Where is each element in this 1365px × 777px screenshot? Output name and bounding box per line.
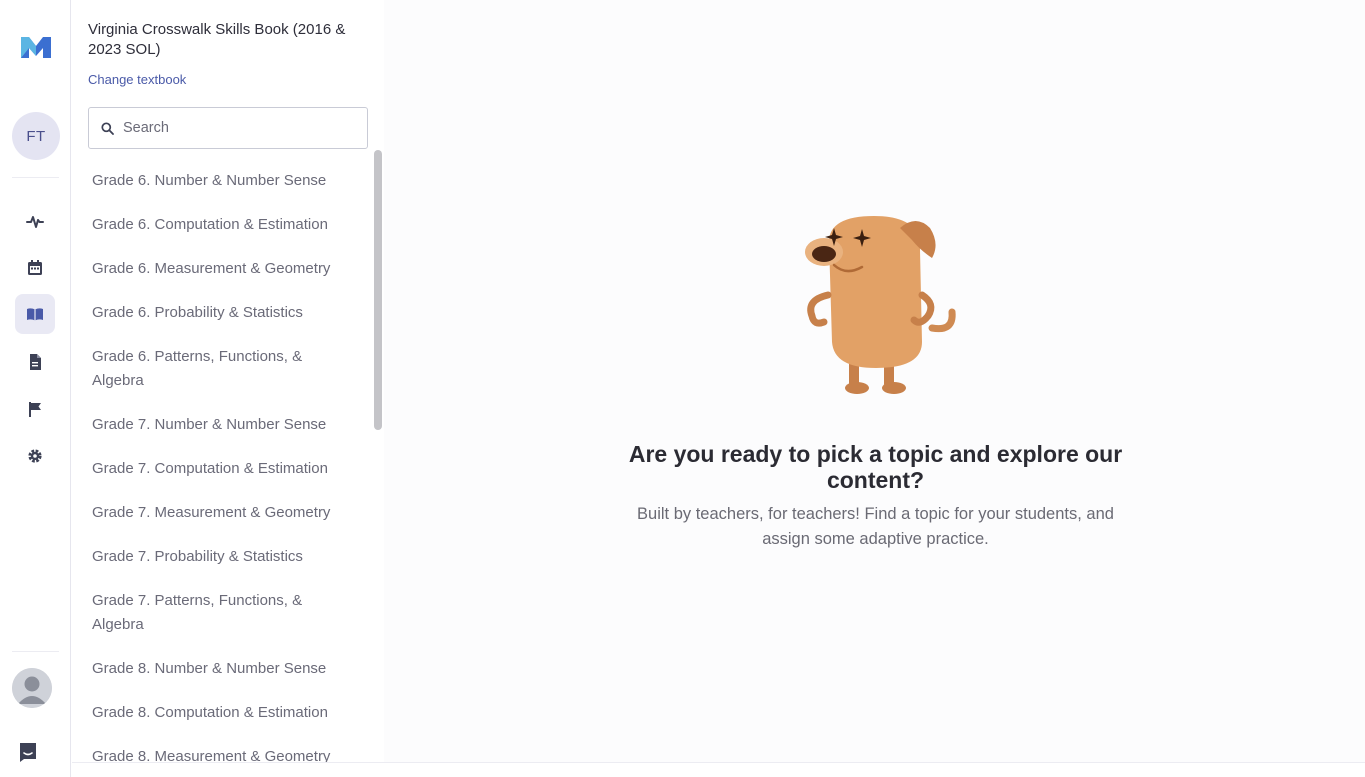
topic-item[interactable]: Grade 7. Computation & Estimation [72, 457, 372, 481]
change-textbook-link[interactable]: Change textbook [88, 72, 186, 87]
dog-mascot-illustration [805, 216, 956, 394]
user-avatar-icon [12, 668, 52, 708]
topic-search-box[interactable] [88, 107, 368, 149]
topic-item[interactable]: Grade 7. Number & Number Sense [72, 413, 372, 437]
topic-item[interactable]: Grade 6. Probability & Statistics [72, 301, 372, 325]
topic-list: Grade 6. Number & Number Sense Grade 6. … [72, 158, 372, 762]
user-initials-avatar[interactable]: FT [12, 112, 60, 160]
activity-icon [26, 216, 44, 228]
bottom-border [72, 762, 1365, 777]
icon-rail: FT [0, 0, 71, 777]
topic-item[interactable]: Grade 6. Number & Number Sense [72, 169, 372, 193]
document-icon [30, 354, 41, 370]
topic-item[interactable]: Grade 6. Measurement & Geometry [72, 257, 372, 281]
gear-icon [28, 449, 42, 463]
chat-icon[interactable] [16, 740, 40, 764]
rail-divider [12, 177, 59, 178]
topic-item[interactable]: Grade 7. Patterns, Functions, & Algebra [72, 589, 372, 637]
calendar-icon [28, 260, 42, 275]
empty-state-subtext: Built by teachers, for teachers! Find a … [637, 505, 1114, 548]
topic-item[interactable]: Grade 8. Number & Number Sense [72, 657, 372, 681]
topic-item[interactable]: Grade 7. Probability & Statistics [72, 545, 372, 569]
topic-item[interactable]: Grade 6. Computation & Estimation [72, 213, 372, 237]
scrollbar-thumb[interactable] [374, 150, 382, 430]
rail-divider [12, 651, 59, 652]
textbook-sidebar: Virginia Crosswalk Skills Book (2016 & 2… [72, 0, 384, 762]
settings-nav-button[interactable] [15, 436, 55, 476]
empty-state-headline: Are you ready to pick a topic and explor… [628, 441, 1123, 493]
flag-nav-button[interactable] [15, 389, 55, 429]
search-input[interactable] [123, 120, 353, 136]
textbook-title: Virginia Crosswalk Skills Book (2016 & 2… [88, 21, 346, 58]
search-icon [101, 121, 114, 135]
flag-icon [29, 402, 41, 417]
user-avatar[interactable] [12, 668, 52, 708]
sidebar-scrollbar[interactable] [372, 148, 384, 762]
user-initials: FT [26, 127, 46, 145]
documents-nav-button[interactable] [15, 342, 55, 382]
topic-item[interactable]: Grade 6. Patterns, Functions, & Algebra [72, 345, 372, 393]
topic-item[interactable]: Grade 8. Computation & Estimation [72, 701, 372, 725]
calendar-nav-button[interactable] [15, 248, 55, 288]
book-icon [27, 308, 43, 321]
topic-item[interactable]: Grade 7. Measurement & Geometry [72, 501, 372, 525]
logo-icon[interactable] [20, 34, 52, 60]
activity-nav-button[interactable] [15, 202, 55, 242]
topic-item[interactable]: Grade 8. Measurement & Geometry [72, 745, 372, 762]
content-area: Are you ready to pick a topic and explor… [384, 0, 1365, 762]
content-nav-button[interactable] [15, 294, 55, 334]
